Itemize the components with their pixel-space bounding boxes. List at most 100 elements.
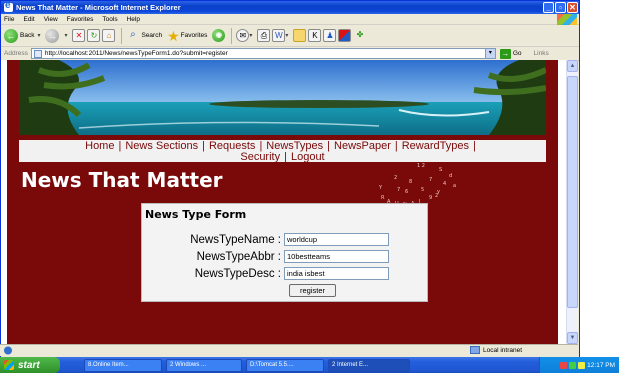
banner-illustration xyxy=(19,60,546,135)
refresh-icon[interactable]: ↻ xyxy=(87,29,101,42)
menu-view[interactable]: View xyxy=(44,16,58,23)
task-label: 2 Windows ... xyxy=(170,362,207,368)
nav-logout[interactable]: Logout xyxy=(291,152,325,163)
field-row-desc: NewsTypeDesc : xyxy=(172,267,389,280)
tray-network-icon[interactable] xyxy=(560,361,568,369)
newstypeabbr-label: NewsTypeAbbr : xyxy=(196,250,281,263)
folder-icon[interactable] xyxy=(293,29,307,42)
home-icon[interactable]: ⌂ xyxy=(102,29,116,42)
taskbar: start 8.Online Item... 2 Windows ... D:\… xyxy=(0,357,619,373)
web-page: Home | News Sections | Requests | NewsTypes | Ne… xyxy=(7,60,558,344)
media-icon[interactable]: ◉ xyxy=(212,29,226,42)
edit-word-icon[interactable]: W xyxy=(272,29,286,42)
svg-text:8: 8 xyxy=(409,179,412,185)
newstypename-input[interactable] xyxy=(284,233,389,246)
nav-home[interactable]: Home xyxy=(85,141,114,152)
task-online-items[interactable]: 8.Online Item... xyxy=(84,358,162,372)
flag-icon[interactable] xyxy=(338,29,352,42)
news-type-form: News Type Form NewsTypeName : NewsTypeAb… xyxy=(141,203,428,302)
favorites-star-icon: ★ xyxy=(167,27,180,44)
task-windows[interactable]: 2 Windows ... xyxy=(166,358,242,372)
intranet-icon xyxy=(470,346,480,354)
task-tomcat[interactable]: D:\Tomcat 5.5.... xyxy=(246,358,324,372)
minimize-button[interactable]: _ xyxy=(543,2,554,13)
menu-tools[interactable]: Tools xyxy=(102,16,117,23)
svg-text:a: a xyxy=(453,183,456,189)
newstypeabbr-input[interactable] xyxy=(284,250,389,263)
svg-text:9: 9 xyxy=(429,195,432,201)
forward-dropdown-icon[interactable]: ▾ xyxy=(64,32,67,39)
search-label: Search xyxy=(141,32,163,39)
nav-security[interactable]: Security xyxy=(240,152,280,163)
register-button[interactable]: register xyxy=(289,284,336,297)
address-dropdown-icon[interactable]: ▾ xyxy=(484,49,495,58)
system-tray: 12:17 PM xyxy=(539,357,619,373)
scroll-down-icon[interactable]: ▼ xyxy=(567,332,578,344)
toolbar: ← Back ▾ → ▾ ✕ ↻ ⌂ ⌕ Search ★ Favorites … xyxy=(1,25,579,47)
page-done-icon xyxy=(4,346,12,355)
newstypedesc-input[interactable] xyxy=(284,267,389,280)
people-icon[interactable]: ✤ xyxy=(353,29,366,42)
task-internet-explorer[interactable]: 2 Internet E... xyxy=(328,358,410,372)
edit-dropdown-icon[interactable]: ▾ xyxy=(285,32,288,39)
research-icon[interactable]: K xyxy=(308,29,322,42)
scroll-thumb[interactable] xyxy=(567,76,578,308)
newstypename-label: NewsTypeName : xyxy=(190,233,281,246)
print-icon[interactable]: ⎙ xyxy=(257,29,271,42)
stop-icon[interactable]: ✕ xyxy=(72,29,86,42)
toolbar-separator xyxy=(121,27,123,44)
nav-news-sections[interactable]: News Sections xyxy=(125,141,198,152)
search-button[interactable]: ⌕ Search xyxy=(126,29,162,42)
messenger-icon[interactable]: ♟ xyxy=(323,29,337,42)
close-button[interactable]: ✕ xyxy=(567,2,578,13)
task-label: D:\Tomcat 5.5.... xyxy=(250,362,294,368)
toolbar-separator xyxy=(231,27,233,44)
menu-edit[interactable]: Edit xyxy=(23,16,34,23)
tray-volume-icon[interactable] xyxy=(569,361,577,369)
svg-text:4: 4 xyxy=(443,181,446,187)
back-label: Back xyxy=(20,32,35,39)
back-dropdown-icon[interactable]: ▾ xyxy=(37,32,40,39)
clock[interactable]: 12:17 PM xyxy=(587,362,615,369)
windows-logo-icon xyxy=(557,14,577,25)
menu-favorites[interactable]: Favorites xyxy=(67,16,94,23)
scroll-up-icon[interactable]: ▲ xyxy=(567,60,578,72)
windows-flag-icon xyxy=(4,360,14,370)
svg-text:5: 5 xyxy=(421,187,424,193)
favorites-button[interactable]: ★ Favorites xyxy=(167,27,207,44)
newstypedesc-label: NewsTypeDesc : xyxy=(194,267,281,280)
maximize-button[interactable]: ▫ xyxy=(555,2,566,13)
svg-text:R: R xyxy=(381,195,385,201)
nav-rewardtypes[interactable]: RewardTypes xyxy=(402,141,469,152)
back-arrow-icon: ← xyxy=(4,28,18,43)
decorative-clock-text: 1 2Sd 2874a Y765y RAUNAJ92 xyxy=(378,163,456,208)
menu-file[interactable]: File xyxy=(4,16,14,23)
forward-button[interactable]: → xyxy=(45,28,61,43)
task-label: 8.Online Item... xyxy=(88,362,129,368)
title-bar[interactable]: News That Matter - Microsoft Internet Ex… xyxy=(1,0,579,14)
address-input[interactable]: http://localhost:2011/News/newsTypeForm1… xyxy=(30,48,496,59)
address-bar: Address http://localhost:2011/News/newsT… xyxy=(1,47,579,61)
start-label: start xyxy=(18,359,40,371)
svg-text:2: 2 xyxy=(435,193,438,199)
back-button[interactable]: ← Back xyxy=(4,28,35,43)
menu-help[interactable]: Help xyxy=(127,16,140,23)
field-row-abbr: NewsTypeAbbr : xyxy=(172,250,389,263)
svg-text:2: 2 xyxy=(394,175,397,181)
mail-icon[interactable]: ✉ xyxy=(236,29,250,42)
svg-text:1 2: 1 2 xyxy=(417,163,425,169)
go-label: Go xyxy=(512,50,522,57)
vertical-scrollbar[interactable]: ▲ ▼ xyxy=(566,60,578,344)
start-button[interactable]: start xyxy=(0,357,60,373)
links-button[interactable]: Links xyxy=(534,50,549,57)
zone-label: Local intranet xyxy=(483,346,523,354)
task-label: 2 Internet E... xyxy=(332,362,369,368)
site-title: News That Matter xyxy=(21,168,223,192)
svg-text:Y: Y xyxy=(378,185,383,191)
nav-newspaper[interactable]: NewsPaper xyxy=(334,141,391,152)
form-title: News Type Form xyxy=(145,208,247,221)
mail-dropdown-icon[interactable]: ▾ xyxy=(249,32,252,39)
go-button[interactable]: → Go xyxy=(499,48,522,59)
tray-security-icon[interactable] xyxy=(578,361,586,369)
field-row-name: NewsTypeName : xyxy=(172,233,389,246)
